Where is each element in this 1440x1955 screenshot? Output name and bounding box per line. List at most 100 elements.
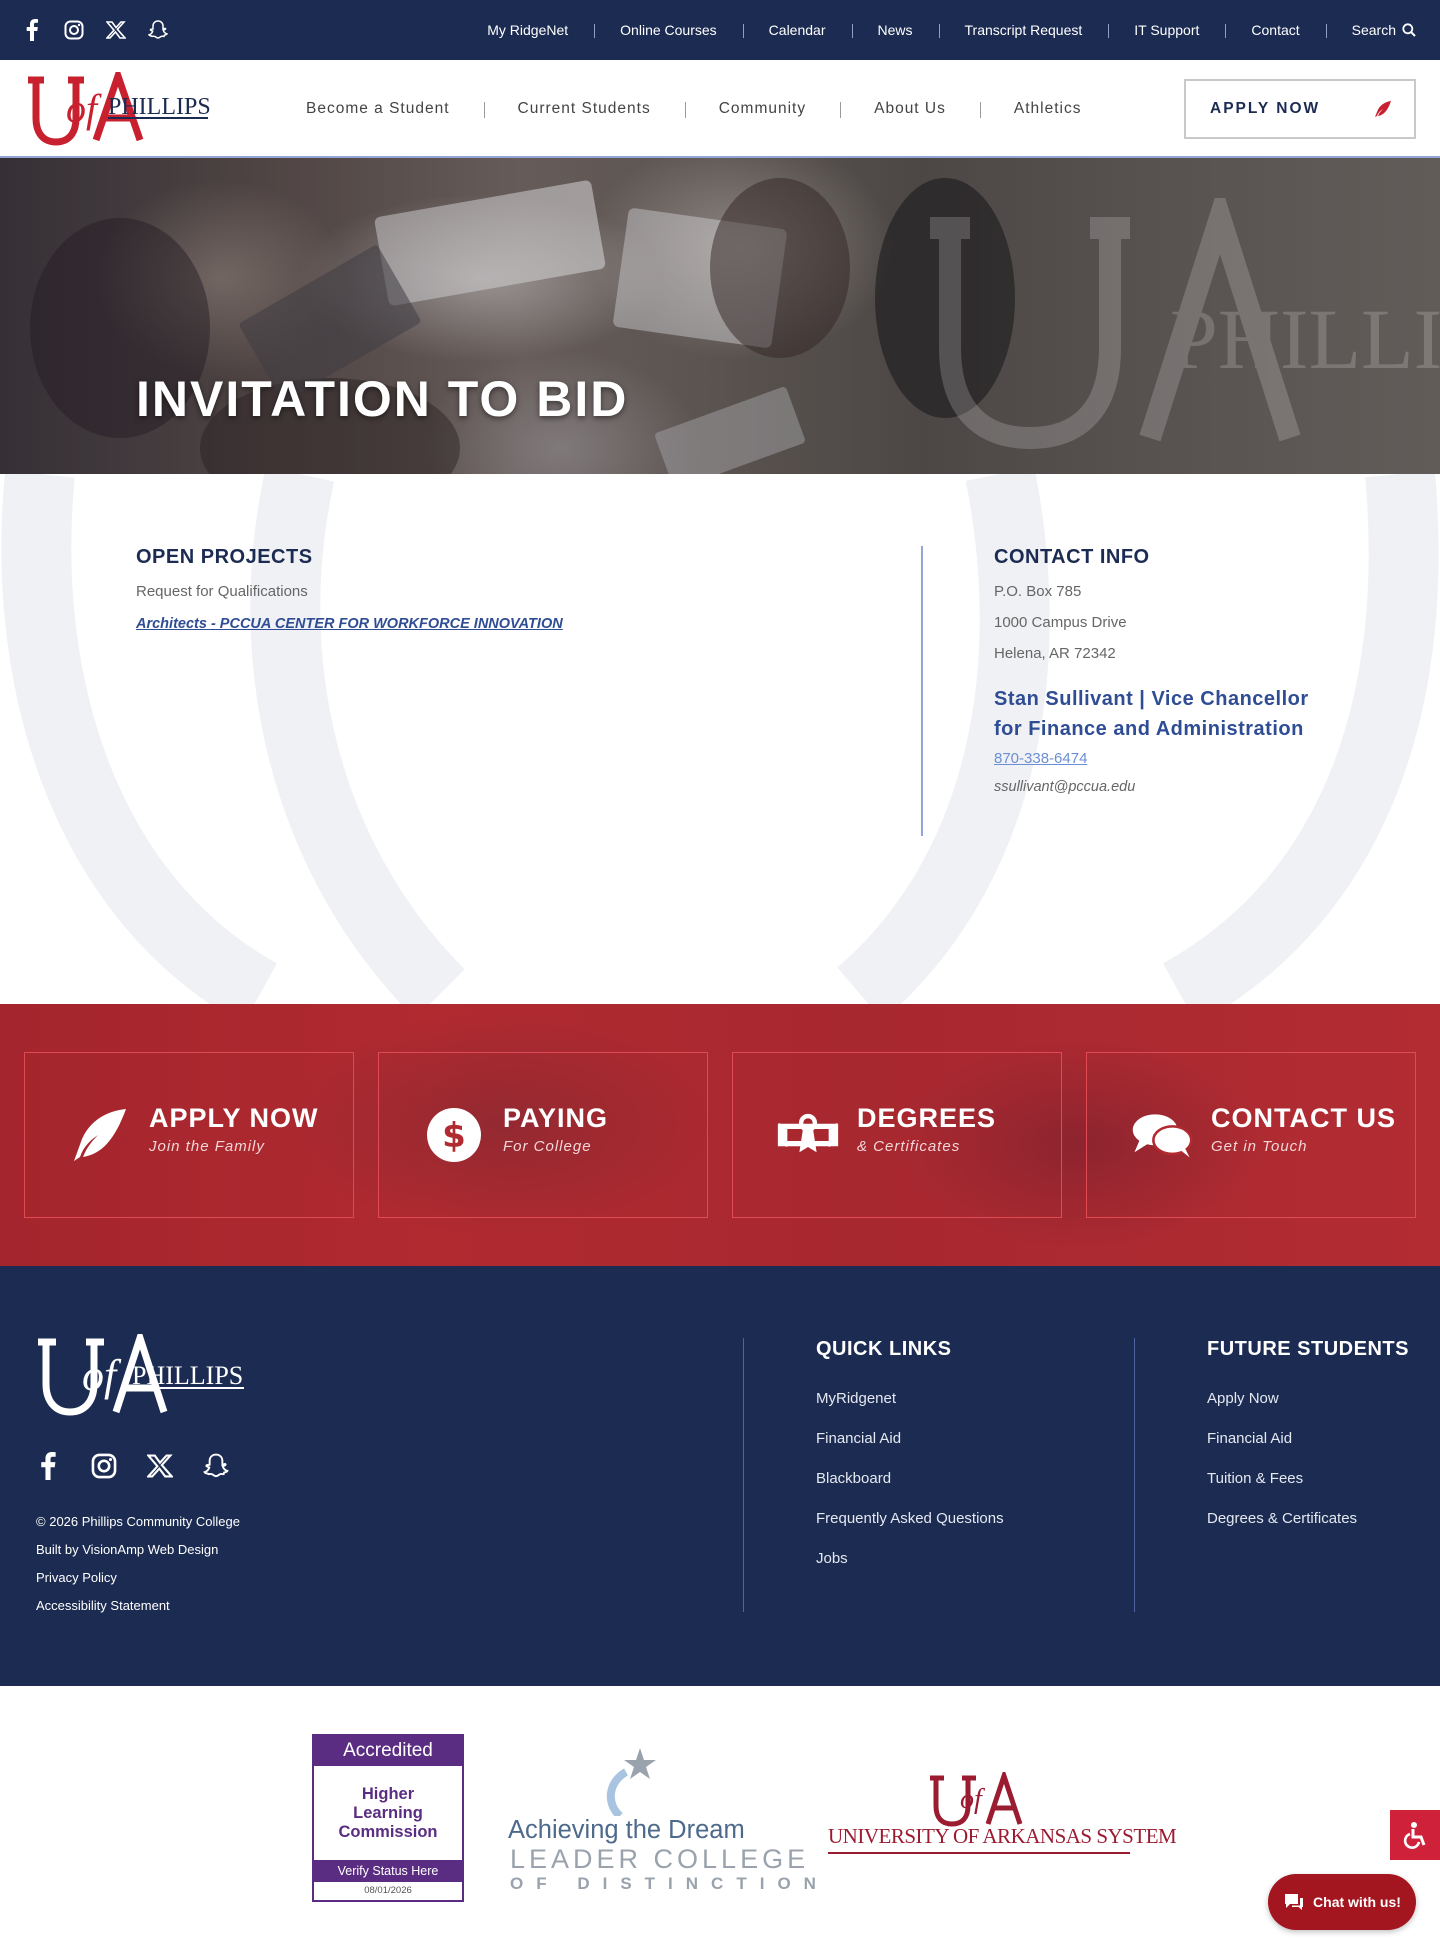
x-icon[interactable] xyxy=(146,1452,174,1480)
util-link-contact[interactable]: Contact xyxy=(1225,22,1325,38)
cta-contact-title: CONTACT US xyxy=(1211,1103,1396,1133)
feather-icon xyxy=(1375,101,1391,117)
footer-divider xyxy=(1134,1338,1135,1612)
address-line-2: 1000 Campus Drive xyxy=(994,614,1127,631)
hero-logo-watermark: PHILLIPS xyxy=(930,198,1440,450)
project-link[interactable]: Architects - PCCUA CENTER FOR WORKFORCE … xyxy=(136,616,756,632)
copyright-text: 2026 Phillips Community College xyxy=(49,1514,240,1529)
hlc-name: Higher Learning Commission xyxy=(314,1766,462,1860)
accessibility-statement-link[interactable]: Accessibility Statement xyxy=(36,1592,240,1620)
utility-nav: My RidgeNet Online Courses Calendar News… xyxy=(461,0,1416,60)
search-icon xyxy=(1402,23,1416,37)
accessibility-widget-button[interactable] xyxy=(1390,1810,1440,1860)
achieving-the-dream-logo: Achieving the Dream LEADER COLLEGE OF DI… xyxy=(508,1746,816,1896)
snapchat-icon[interactable] xyxy=(146,18,170,42)
facebook-icon[interactable] xyxy=(34,1452,62,1480)
apply-now-button[interactable]: APPLY NOW xyxy=(1184,79,1416,139)
nav-community[interactable]: Community xyxy=(684,100,840,118)
instagram-icon[interactable] xyxy=(62,18,86,42)
feather-icon xyxy=(69,1104,131,1166)
main-nav: Become a Student Current Students Commun… xyxy=(272,60,1115,158)
cta-contact-subtitle: Get in Touch xyxy=(1211,1138,1308,1155)
facebook-icon[interactable] xyxy=(20,18,44,42)
svg-text:$: $ xyxy=(442,1116,466,1156)
cta-degrees-subtitle: & Certificates xyxy=(857,1138,961,1155)
snapchat-icon[interactable] xyxy=(202,1452,230,1480)
util-link-transcript-request[interactable]: Transcript Request xyxy=(938,22,1109,38)
accreditation-strip: Accredited Higher Learning Commission Ve… xyxy=(0,1686,1440,1955)
privacy-policy-link[interactable]: Privacy Policy xyxy=(36,1564,240,1592)
built-by-link[interactable]: Built by VisionAmp Web Design xyxy=(36,1536,240,1564)
atd-line-3: OF DISTINCTION xyxy=(510,1874,829,1893)
cta-apply-now[interactable]: APPLY NOW Join the Family xyxy=(24,1052,354,1218)
diploma-icon xyxy=(777,1104,839,1166)
future-link-apply-now[interactable]: Apply Now xyxy=(1207,1379,1409,1419)
hlc-accredited-label: Accredited xyxy=(314,1736,462,1766)
search-label: Search xyxy=(1351,22,1396,38)
contact-info-section: CONTACT INFO P.O. Box 785 1000 Campus Dr… xyxy=(994,546,1324,795)
quick-links-heading: QUICK LINKS xyxy=(816,1338,952,1360)
cta-paying-title: PAYING xyxy=(503,1103,609,1133)
ua-system-logo: of UNIVERSITY OF ARKANSAS SYSTEM xyxy=(828,1772,1177,1872)
footer-meta: © 2026 Phillips Community College Built … xyxy=(36,1508,240,1620)
apply-now-label: APPLY NOW xyxy=(1210,100,1321,117)
hlc-name-line-2: Learning xyxy=(353,1803,423,1822)
address-line-3: Helena, AR 72342 xyxy=(994,645,1116,662)
nav-athletics[interactable]: Athletics xyxy=(979,100,1116,118)
quick-link-faq[interactable]: Frequently Asked Questions xyxy=(816,1499,1004,1539)
hlc-verify-label: Verify Status Here xyxy=(314,1860,462,1882)
hlc-date: 08/01/2026 xyxy=(364,1885,412,1896)
util-link-it-support[interactable]: IT Support xyxy=(1108,22,1225,38)
hero-banner: PHILLIPS INVITATION TO BID xyxy=(0,158,1440,474)
future-link-financial-aid[interactable]: Financial Aid xyxy=(1207,1419,1409,1459)
copyright: © 2026 Phillips Community College xyxy=(36,1508,240,1536)
contact-info-heading: CONTACT INFO xyxy=(994,546,1150,568)
nav-about-us[interactable]: About Us xyxy=(840,100,980,118)
quick-link-blackboard[interactable]: Blackboard xyxy=(816,1459,1004,1499)
ua-system-rule xyxy=(828,1852,1130,1854)
search-button[interactable]: Search xyxy=(1325,22,1416,38)
cta-degrees[interactable]: DEGREES & Certificates xyxy=(732,1052,1062,1218)
chat-label: Chat with us! xyxy=(1313,1894,1401,1910)
contact-person: Stan Sullivant | Vice Chancellor for Fin… xyxy=(994,688,1309,740)
quick-link-jobs[interactable]: Jobs xyxy=(816,1539,1004,1579)
top-utility-bar: My RidgeNet Online Courses Calendar News… xyxy=(0,0,1440,60)
instagram-icon[interactable] xyxy=(90,1452,118,1480)
cta-degrees-title: DEGREES xyxy=(857,1103,997,1133)
cta-paying-subtitle: For College xyxy=(503,1138,592,1155)
util-link-online-courses[interactable]: Online Courses xyxy=(594,22,743,38)
cta-paying[interactable]: $ PAYING For College xyxy=(378,1052,708,1218)
address-line-1: P.O. Box 785 xyxy=(994,583,1082,600)
footer-divider xyxy=(743,1338,744,1612)
footer-logo[interactable]: of PHILLIPS xyxy=(34,1326,248,1418)
x-icon[interactable] xyxy=(104,18,128,42)
open-projects-subtitle: Request for Qualifications xyxy=(136,583,308,600)
hlc-accreditation-badge[interactable]: Accredited Higher Learning Commission Ve… xyxy=(312,1734,464,1902)
section-divider xyxy=(921,546,923,836)
chat-widget-button[interactable]: Chat with us! xyxy=(1268,1874,1416,1930)
college-logo[interactable]: of PHILLIPS xyxy=(22,65,212,146)
atd-line-2: LEADER COLLEGE xyxy=(510,1844,810,1874)
cta-apply-title: APPLY NOW xyxy=(149,1103,319,1133)
star-swoosh-icon xyxy=(607,1748,656,1816)
util-link-myridgenet[interactable]: My RidgeNet xyxy=(461,22,594,38)
contact-phone-link[interactable]: 870-338-6474 xyxy=(994,750,1324,767)
open-projects-heading: OPEN PROJECTS xyxy=(136,546,313,568)
contact-email: ssullivant@pccua.edu xyxy=(994,779,1136,795)
util-link-news[interactable]: News xyxy=(851,22,939,38)
util-link-calendar[interactable]: Calendar xyxy=(742,22,852,38)
future-link-tuition-fees[interactable]: Tuition & Fees xyxy=(1207,1459,1409,1499)
future-students-column: FUTURE STUDENTS Apply Now Financial Aid … xyxy=(1207,1338,1409,1539)
site-footer: of PHILLIPS © 2026 Phillips Community Co… xyxy=(0,1266,1440,1686)
cta-contact-us[interactable]: CONTACT US Get in Touch xyxy=(1086,1052,1416,1218)
cta-band: APPLY NOW Join the Family $ PAYING For C… xyxy=(0,1004,1440,1266)
wheelchair-icon xyxy=(1403,1822,1426,1849)
nav-become-a-student[interactable]: Become a Student xyxy=(272,100,484,118)
svg-text:of: of xyxy=(960,1784,985,1815)
nav-current-students[interactable]: Current Students xyxy=(483,100,685,118)
quick-link-financial-aid[interactable]: Financial Aid xyxy=(816,1419,1004,1459)
chat-bubbles-icon xyxy=(1131,1104,1193,1166)
quick-link-myridgenet[interactable]: MyRidgenet xyxy=(816,1379,1004,1419)
hlc-name-line-3: Commission xyxy=(338,1822,438,1841)
future-link-degrees-certificates[interactable]: Degrees & Certificates xyxy=(1207,1499,1409,1539)
